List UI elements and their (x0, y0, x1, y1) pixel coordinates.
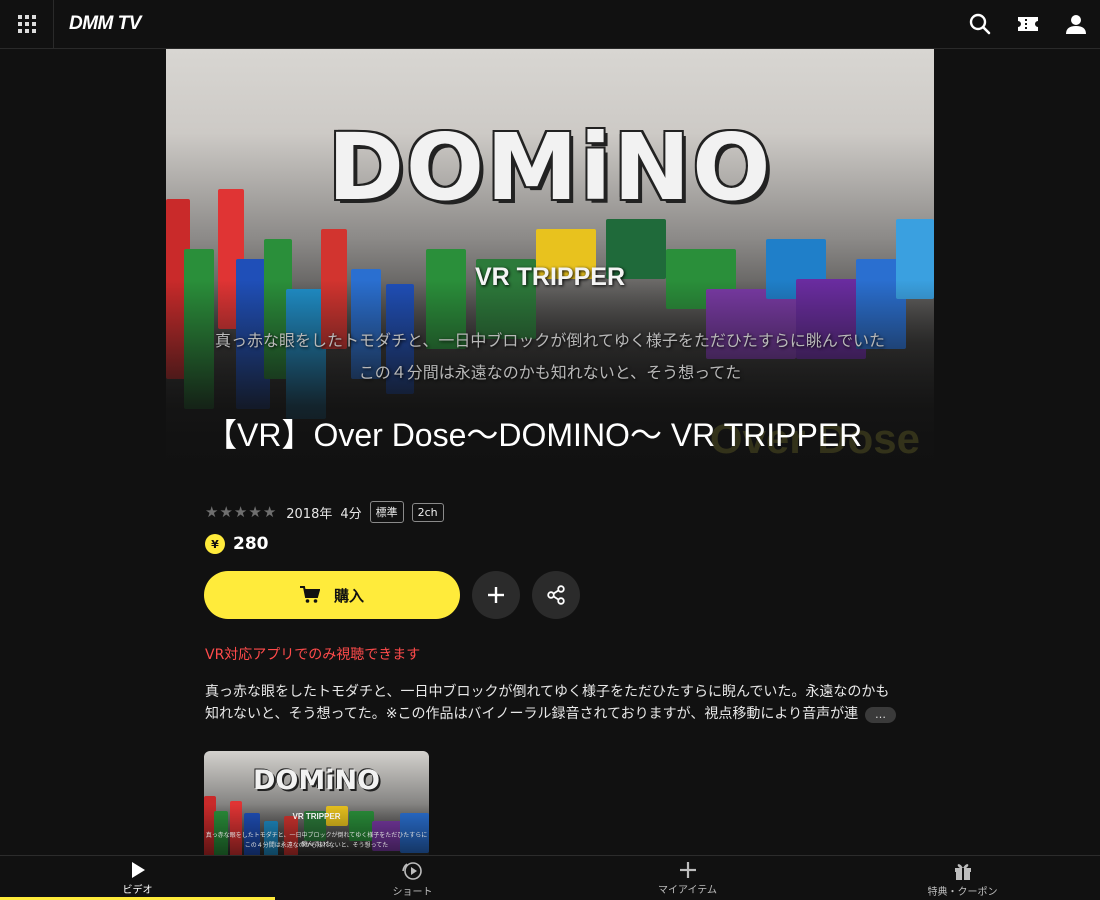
buy-button[interactable]: 購入 (204, 571, 460, 619)
grid-menu-icon[interactable] (0, 0, 54, 48)
audio-badge: 2ch (411, 502, 444, 522)
user-icon[interactable] (1052, 0, 1100, 48)
star-icon: ★ (219, 502, 233, 521)
nav-label-perks-coupons: 特典・クーポン (927, 887, 998, 898)
release-year: 2018年 (286, 506, 333, 522)
hero-logo-text: DOMiNO (327, 114, 773, 221)
star-icon: ★ (233, 502, 248, 521)
rating-stars: ★ ★ ★ ★ ★ (205, 502, 277, 521)
nav-item-my-items[interactable]: マイアイテム (550, 856, 825, 900)
price-value: 280 (233, 534, 269, 554)
thumbnail-caption-line2: この４分間は永遠なのかも知れないと、そう想ってた (244, 842, 389, 849)
play-icon (131, 862, 145, 878)
hero-caption-line1: 真っ赤な眼をしたトモダチと、一日中ブロックが倒れてゆく様子をただひたすらに眺んで… (214, 331, 886, 350)
gift-icon (954, 864, 971, 880)
read-more-button[interactable]: … (865, 707, 896, 723)
hero-fade-overlay (166, 49, 934, 469)
thumbnail-subtitle: VR TRIPPER (292, 812, 341, 821)
bottom-navigation: ビデオ ショート マイアイテム 特典・クーポン (0, 855, 1100, 900)
header-actions (956, 0, 1100, 48)
search-icon[interactable] (956, 0, 1004, 48)
thumbnail-logo-text: DOMiNO (252, 765, 381, 796)
plus-icon (679, 862, 696, 878)
price-row: ¥ 280 (205, 534, 269, 554)
description-text: 真っ赤な眼をしたトモダチと、一日中ブロックが倒れてゆく様子をただひたすらに睨んで… (205, 684, 890, 722)
top-header: DMM TV (0, 0, 1100, 49)
ticket-icon[interactable] (1004, 0, 1052, 48)
hero-subtitle: VR TRIPPER (474, 263, 626, 291)
cart-icon (299, 586, 320, 604)
quality-badge: 標準 (369, 501, 404, 523)
star-icon: ★ (205, 502, 219, 521)
video-thumbnail[interactable]: DOMiNO VR TRIPPER 真っ赤な眼をしたトモダチと、一日中ブロックが… (204, 751, 429, 857)
shorts-icon (401, 862, 422, 880)
duration: 4分 (340, 506, 362, 522)
meta-row: ★ ★ ★ ★ ★ 2018年 4分 標準 2ch (205, 500, 452, 524)
nav-item-short[interactable]: ショート (275, 856, 550, 900)
nav-label-video: ビデオ (122, 885, 153, 896)
nav-item-video[interactable]: ビデオ (0, 856, 275, 900)
share-icon (547, 585, 565, 605)
star-icon: ★ (262, 502, 277, 521)
plus-icon (488, 587, 504, 603)
page-title: 【VR】Over Dose〜DOMINO〜 VR TRIPPER (205, 417, 863, 453)
hero-key-art: DOMiNO VR TRIPPER 真っ赤な眼をしたトモダチと、一日中ブロックが… (166, 49, 934, 469)
buy-button-label: 購入 (333, 586, 364, 605)
nav-label-short: ショート (392, 887, 433, 898)
dmm-tv-logo[interactable]: DMM TV (69, 13, 141, 35)
star-icon: ★ (248, 502, 262, 521)
hero-caption-line2: この４分間は永遠なのかも知れないと、そう想ってた (358, 363, 742, 382)
yen-coin-icon: ¥ (205, 534, 225, 554)
share-button[interactable] (532, 571, 580, 619)
nav-label-my-items: マイアイテム (658, 885, 717, 896)
nav-item-perks-coupons[interactable]: 特典・クーポン (825, 856, 1100, 900)
add-to-list-button[interactable] (472, 571, 520, 619)
vr-only-notice: VR対応アプリでのみ視聴できます (205, 647, 421, 663)
